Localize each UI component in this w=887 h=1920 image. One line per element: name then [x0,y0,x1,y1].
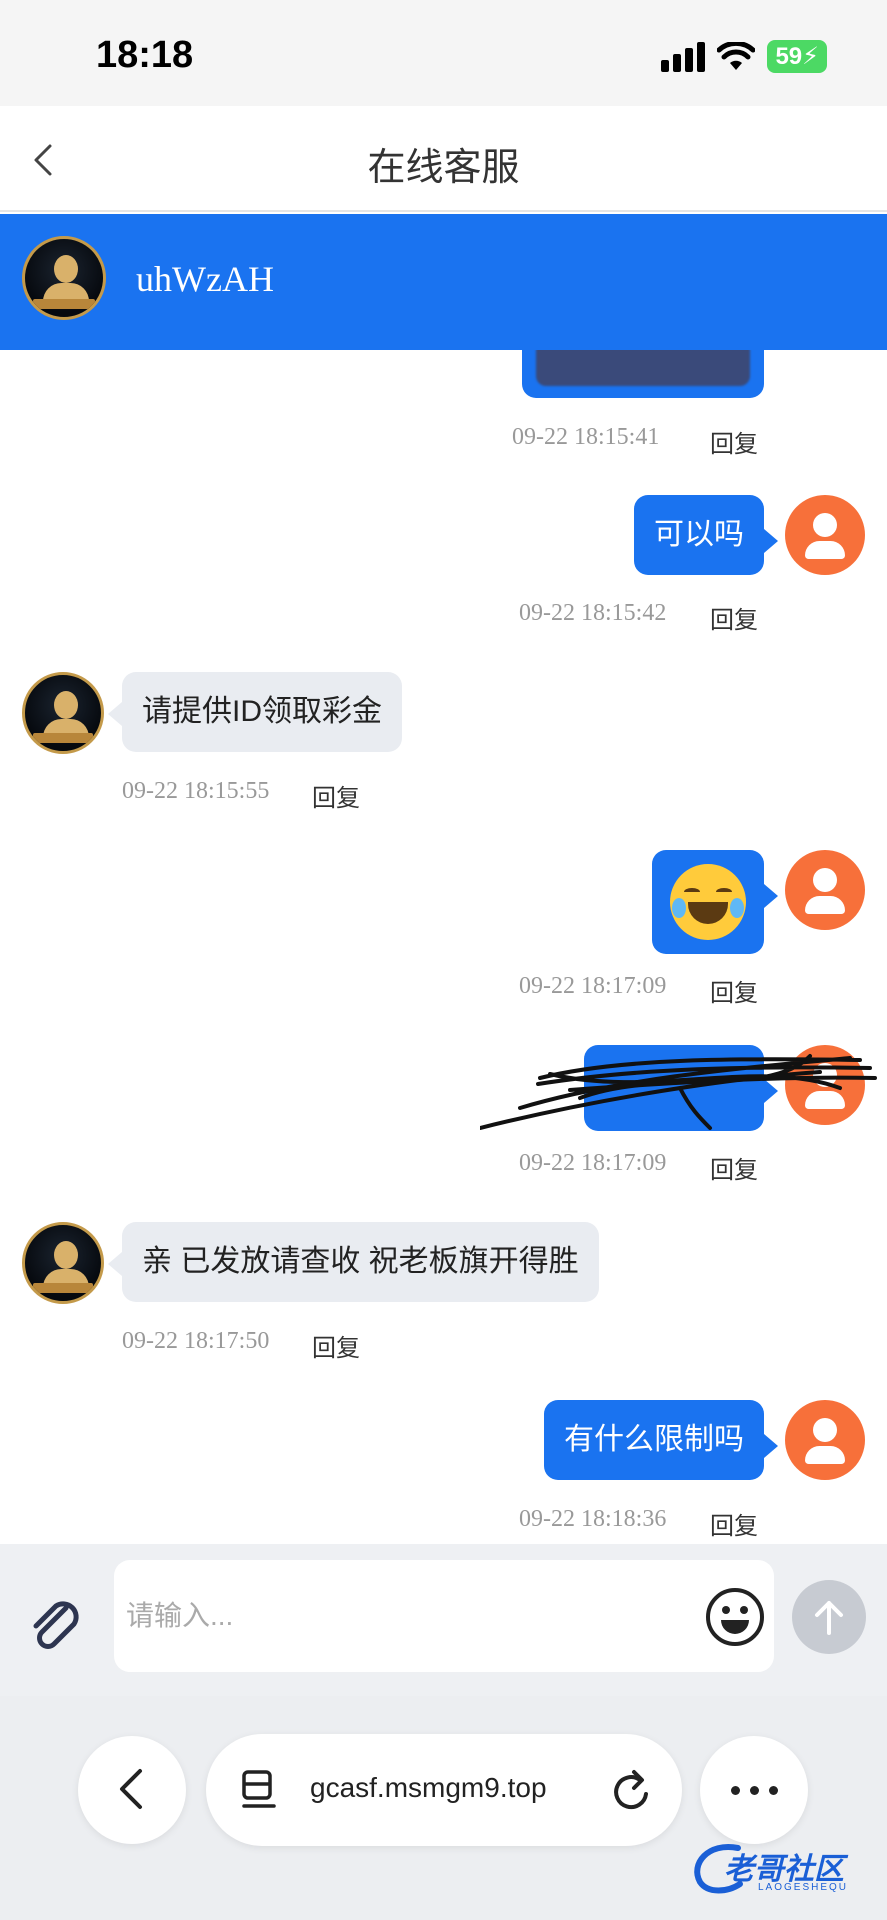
emoji-picker-icon[interactable] [704,1586,766,1648]
send-button[interactable] [792,1580,866,1654]
reply-button[interactable]: 回复 [710,600,758,635]
status-time: 18:18 [96,34,194,76]
page-title: 在线客服 [367,147,520,189]
face-with-tears-of-joy-icon [670,864,746,940]
incoming-message[interactable]: 亲 已发放请查收 祝老板旗开得胜 [108,1222,599,1302]
battery-indicator: 59⚡ [767,40,827,73]
watermark-subtext: LAOGESHEQU [758,1882,849,1893]
emoji-message[interactable] [652,850,778,954]
agent-name: uhWzAH [136,259,274,299]
address-bar[interactable]: gcasf.msmgm9.top [206,1734,682,1846]
message-timestamp: 09-22 18:15:41 [512,424,660,450]
message-timestamp: 09-22 18:15:55 [122,778,270,804]
agent-avatar[interactable] [22,236,106,320]
message-timestamp: 09-22 18:17:09 [519,1150,667,1176]
reply-button[interactable]: 回复 [710,1506,758,1541]
agent-avatar[interactable] [22,1222,104,1304]
watermark-logo: 老哥社区 LAOGESHEQU [688,1838,878,1902]
agent-bar: uhWzAH [0,214,887,350]
reload-icon[interactable] [610,1766,656,1814]
chat-messages[interactable]: 09-22 18:15:41 回复 可以吗 09-22 18:15:42 回复 … [0,350,887,1544]
url-text: gcasf.msmgm9.top [310,1772,547,1803]
nav-header: 在线客服 [0,106,887,212]
user-avatar[interactable] [785,1045,865,1125]
message-input[interactable] [114,1560,774,1672]
more-options-button[interactable] [700,1736,808,1844]
browser-back-button[interactable] [78,1736,186,1844]
arrow-up-icon [815,1601,843,1635]
outgoing-message[interactable]: 可以吗 [634,495,778,575]
status-indicators: 59⚡ [661,40,827,73]
reply-button[interactable]: 回复 [312,778,360,813]
user-avatar[interactable] [785,495,865,575]
agent-avatar[interactable] [22,672,104,754]
outgoing-message[interactable]: 有什么限制吗 [544,1400,778,1480]
reply-button[interactable]: 回复 [710,1150,758,1185]
cellular-signal-icon [661,41,706,72]
message-composer [0,1544,887,1696]
status-bar: 18:18 59⚡ [0,0,887,106]
message-timestamp: 09-22 18:18:36 [519,1506,667,1532]
message-timestamp: 09-22 18:17:09 [519,973,667,999]
redacted-message[interactable] [584,1045,778,1131]
reply-button[interactable]: 回复 [710,973,758,1008]
image-message[interactable] [522,350,764,398]
user-avatar[interactable] [785,1400,865,1480]
reply-button[interactable]: 回复 [312,1328,360,1363]
wifi-icon [717,41,756,70]
message-timestamp: 09-22 18:15:42 [519,600,667,626]
chevron-left-icon [120,1768,142,1809]
incoming-message[interactable]: 请提供ID领取彩金 [108,672,402,752]
paperclip-icon[interactable] [26,1594,86,1654]
reply-button[interactable]: 回复 [710,424,758,459]
tabs-icon[interactable] [238,1768,278,1812]
user-avatar[interactable] [785,850,865,930]
message-timestamp: 09-22 18:17:50 [122,1328,270,1354]
